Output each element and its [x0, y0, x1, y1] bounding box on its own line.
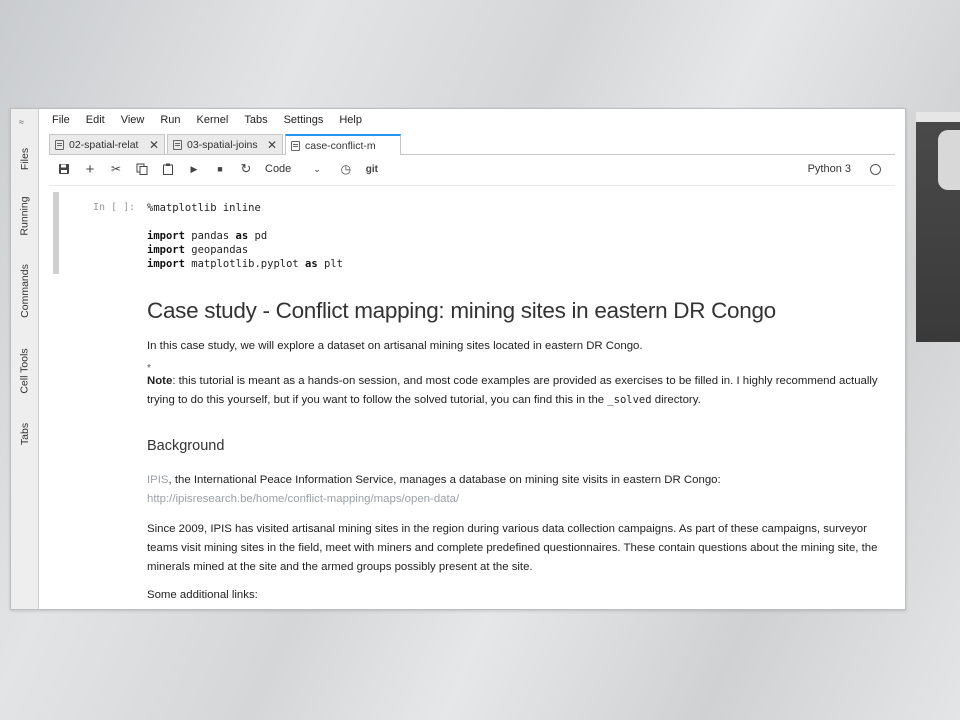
jupyterlab-window: ≈ Files Running Commands Cell Tools Tabs… — [10, 108, 906, 610]
refresh-icon: ↻ — [240, 161, 252, 176]
copy-button[interactable] — [129, 157, 155, 181]
tab-03-spatial-joins[interactable]: 03-spatial-joins ✕ — [167, 134, 283, 154]
tab-case-conflict-m[interactable]: case-conflict-m — [285, 134, 401, 155]
notebook-icon — [291, 140, 300, 151]
note-text: : this tutorial is meant as a hands-on s… — [147, 375, 878, 406]
presenter-image — [938, 130, 960, 190]
sidebar-tab-label: Commands — [19, 264, 31, 318]
save-icon — [59, 164, 69, 174]
ipis-text: , the International Peace Information Se… — [168, 474, 721, 486]
code-text: pd — [248, 230, 268, 242]
sidebar-tab-label: Running — [19, 196, 31, 236]
inline-code: _solved — [607, 394, 652, 406]
input-prompt: In [ ]: — [93, 202, 136, 213]
tab-label: 03-spatial-joins — [187, 138, 258, 151]
notebook-icon — [55, 139, 64, 150]
restart-button[interactable]: ↻ — [233, 157, 259, 181]
sidebar-tab-files[interactable]: Files — [15, 141, 35, 177]
sidebar-tab-running[interactable]: Running — [15, 193, 35, 239]
menu-kernel[interactable]: Kernel — [189, 109, 237, 131]
since-paragraph: Since 2009, IPIS has visited artisanal m… — [147, 523, 878, 573]
clock-icon: ◷ — [340, 162, 352, 176]
sidebar-tab-label: Files — [19, 147, 32, 171]
code-keyword: import — [147, 258, 185, 270]
ipis-link[interactable]: IPIS — [147, 474, 169, 486]
markdown-title: Case study - Conflict mapping: mining si… — [147, 298, 776, 323]
collapse-icon[interactable]: ≈ — [19, 117, 24, 127]
background-heading: Background — [147, 438, 225, 454]
play-icon: ▶ — [190, 163, 198, 174]
plus-icon: + — [85, 160, 95, 178]
note-text: directory. — [651, 394, 701, 406]
paste-icon — [163, 163, 173, 175]
code-text: matplotlib.pyplot — [184, 258, 306, 270]
note-paragraph: Note: this tutorial is meant as a hands-… — [147, 372, 887, 410]
tab-label: case-conflict-m — [305, 139, 376, 152]
intro-paragraph: In this case study, we will explore a da… — [147, 340, 643, 352]
cell-type-select[interactable]: Code ⌄ — [259, 157, 327, 181]
ipis-paragraph: IPIS, the International Peace Informatio… — [147, 471, 887, 509]
stop-icon: ■ — [217, 164, 223, 174]
tab-02-spatial-relat[interactable]: 02-spatial-relat ✕ — [49, 134, 165, 154]
save-button[interactable] — [51, 157, 77, 181]
sidebar-tab-tabs[interactable]: Tabs — [15, 419, 35, 449]
ipis-url-link[interactable]: http://ipisresearch.be/home/conflict-map… — [147, 493, 459, 505]
document-tab-bar: 02-spatial-relat ✕ 03-spatial-joins ✕ ca… — [49, 134, 895, 155]
sidebar-tab-label: Tabs — [19, 422, 31, 446]
active-cell-indicator — [53, 192, 59, 274]
code-text: plt — [317, 258, 343, 270]
code-keyword: import — [147, 244, 185, 256]
webcam-frame — [916, 112, 960, 122]
notebook-content[interactable]: In [ ]: %matplotlib inline import pandas… — [49, 185, 895, 609]
menu-bar: File Edit View Run Kernel Tabs Settings … — [39, 109, 905, 131]
menu-help[interactable]: Help — [331, 109, 370, 131]
scissors-icon: ✂ — [110, 162, 122, 176]
interrupt-button[interactable]: ■ — [207, 157, 233, 181]
kernel-name[interactable]: Python 3 — [808, 155, 851, 183]
git-button[interactable]: git — [359, 157, 385, 181]
git-label: git — [365, 163, 378, 175]
sidebar-tab-commands[interactable]: Commands — [15, 261, 35, 321]
note-label: Note — [147, 375, 173, 387]
code-text: geopandas — [184, 244, 249, 256]
clock-button[interactable]: ◷ — [333, 157, 359, 181]
left-sidebar: ≈ Files Running Commands Cell Tools Tabs — [11, 109, 39, 609]
menu-edit[interactable]: Edit — [78, 109, 113, 131]
code-cell[interactable]: %matplotlib inline import pandas as pd i… — [147, 201, 343, 271]
insert-cell-button[interactable]: + — [77, 157, 103, 181]
menu-run[interactable]: Run — [152, 109, 188, 131]
webcam-overlay — [916, 112, 960, 342]
tab-label: 02-spatial-relat — [69, 138, 139, 151]
menu-tabs[interactable]: Tabs — [236, 109, 275, 131]
notebook-toolbar: + ✂ ▶ ■ ↻ Code ⌄ ◷ git Python 3 — [49, 155, 895, 183]
menu-file[interactable]: File — [44, 109, 78, 131]
paste-button[interactable] — [155, 157, 181, 181]
menu-view[interactable]: View — [113, 109, 153, 131]
notebook-icon — [173, 139, 182, 150]
links-paragraph: Some additional links: — [147, 589, 258, 601]
code-keyword: as — [305, 258, 318, 270]
close-icon[interactable]: ✕ — [267, 138, 277, 152]
run-button[interactable]: ▶ — [181, 157, 207, 181]
code-keyword: as — [235, 230, 249, 242]
sidebar-tab-cell-tools[interactable]: Cell Tools — [15, 343, 35, 399]
sidebar-tab-label: Cell Tools — [19, 348, 32, 394]
close-icon[interactable]: ✕ — [149, 138, 159, 152]
code-line: %matplotlib inline — [147, 202, 261, 214]
cell-type-value: Code — [265, 163, 292, 175]
menu-settings[interactable]: Settings — [276, 109, 332, 131]
kernel-status-icon — [870, 164, 881, 175]
chevron-down-icon: ⌄ — [313, 163, 321, 174]
code-text: pandas — [184, 230, 236, 242]
copy-icon — [136, 163, 148, 175]
code-keyword: import — [147, 230, 185, 242]
cut-button[interactable]: ✂ — [103, 157, 129, 181]
